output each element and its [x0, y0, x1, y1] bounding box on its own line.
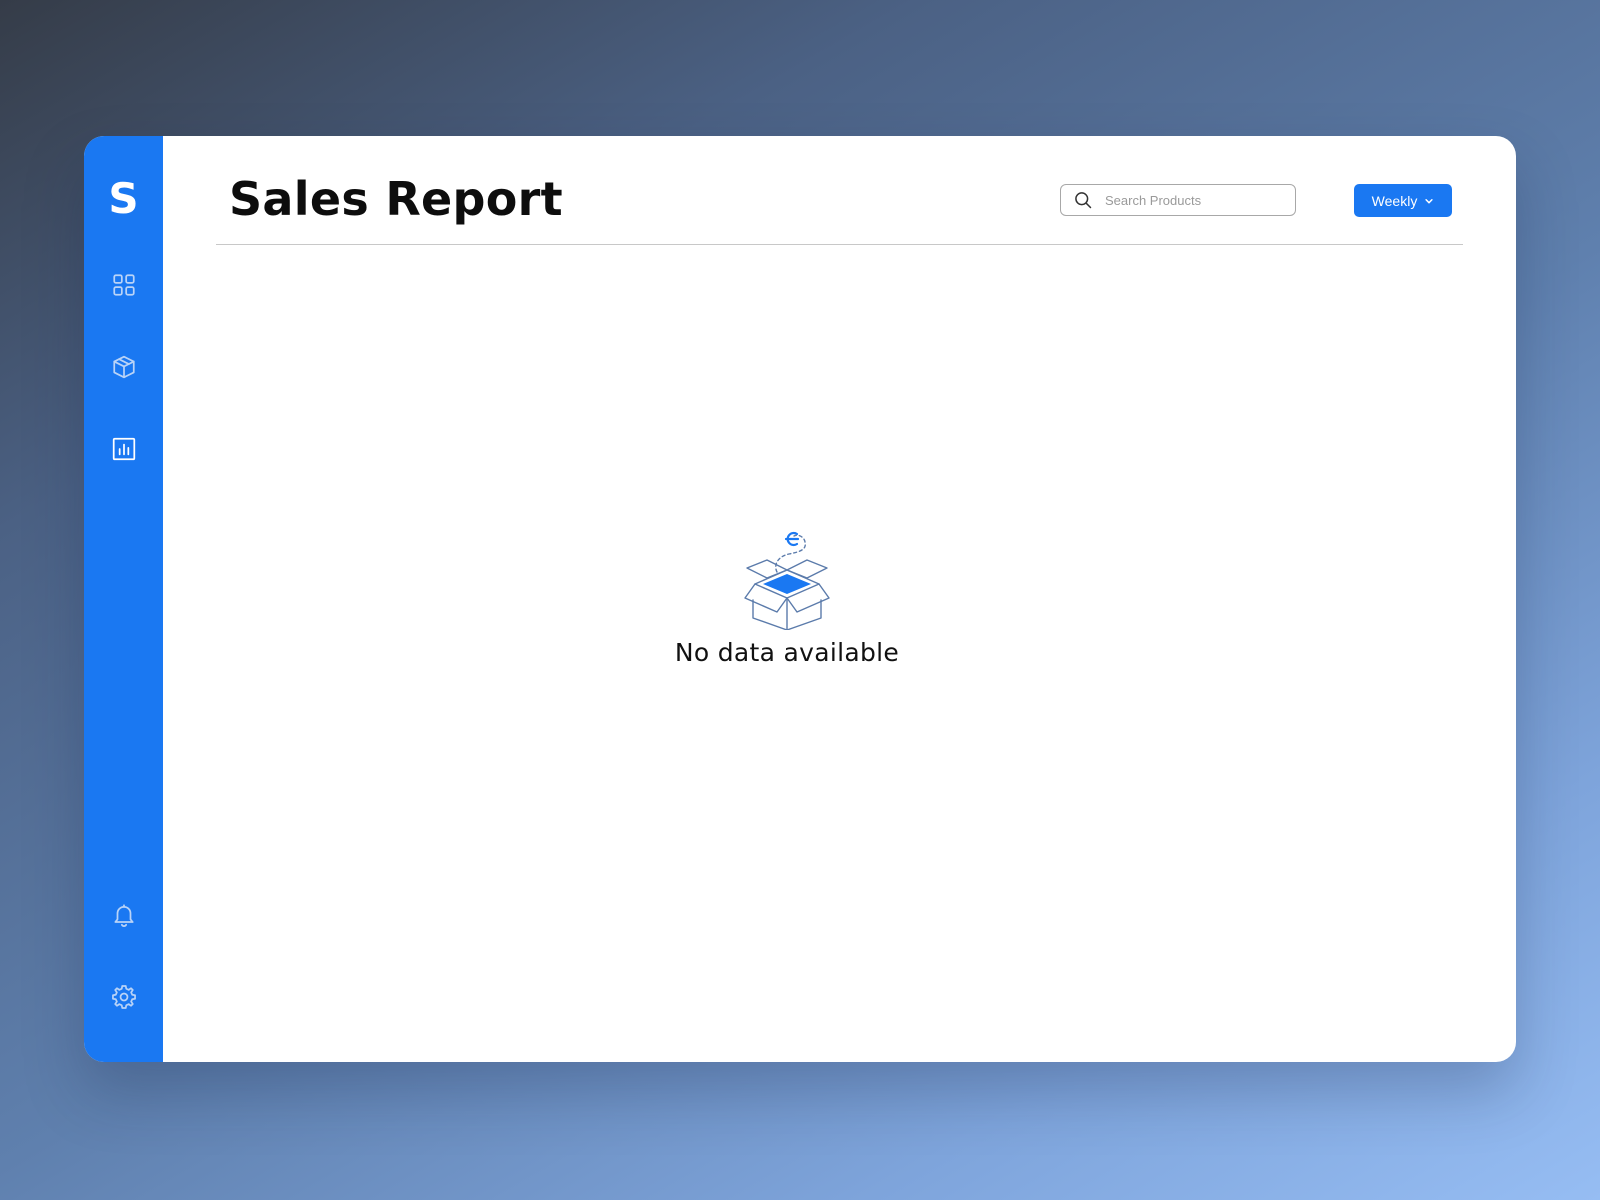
search-box[interactable] [1060, 184, 1296, 216]
sidebar-item-products[interactable] [84, 350, 163, 384]
box-icon [112, 355, 135, 379]
sidebar-item-notifications[interactable] [84, 898, 163, 932]
gear-icon [111, 985, 136, 1009]
period-dropdown-label: Weekly [1371, 192, 1418, 209]
grid-icon [112, 274, 135, 296]
sidebar-item-dashboard[interactable] [84, 268, 163, 302]
search-input[interactable] [1103, 191, 1287, 209]
sidebar-item-settings[interactable] [84, 980, 163, 1014]
app-window: S Sales Report Search Products Weekly No… [84, 136, 1516, 1062]
period-dropdown[interactable]: Weekly [1354, 184, 1452, 217]
page-title: Sales Report [229, 172, 563, 226]
sidebar: S [84, 136, 163, 1062]
app-logo[interactable]: S [84, 178, 163, 220]
main-content: Sales Report Weekly [163, 136, 1516, 1062]
sidebar-item-reports[interactable] [84, 432, 163, 466]
chevron-down-icon [1425, 198, 1433, 203]
bell-icon [113, 904, 134, 927]
empty-state: No data available [163, 526, 1411, 667]
header-divider [216, 244, 1463, 245]
search-icon [1075, 192, 1092, 209]
open-box-icon [744, 531, 830, 630]
bar-chart-icon [112, 437, 135, 461]
empty-state-message: No data available [674, 638, 900, 667]
